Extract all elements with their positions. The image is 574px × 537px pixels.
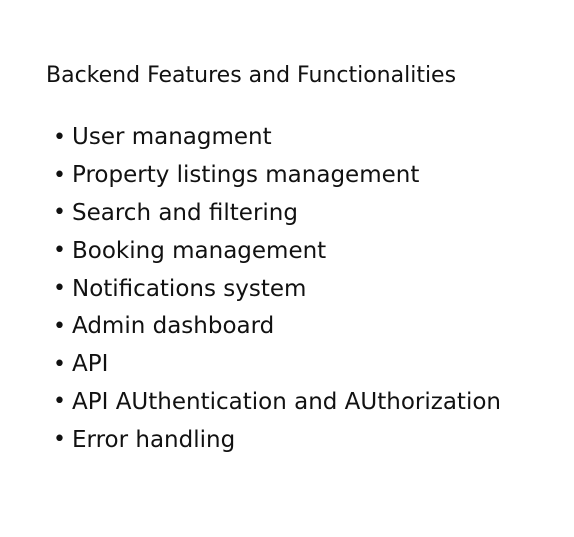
bullet-icon: •: [53, 427, 66, 453]
feature-label: User managment: [72, 124, 272, 151]
page-title: Backend Features and Functionalities: [46, 62, 457, 88]
feature-label: Search and filtering: [72, 199, 298, 226]
bullet-icon: •: [53, 389, 66, 415]
feature-list-item-api-auth: • API AUthentication and AUthorization: [53, 384, 501, 422]
feature-list-item-api: • API: [53, 346, 501, 384]
feature-list-item-admin-dashboard: • Admin dashboard: [53, 308, 501, 346]
feature-list-item-error-handling: • Error handling: [53, 421, 501, 459]
feature-label: Notifications system: [72, 275, 307, 302]
bullet-icon: •: [53, 276, 66, 302]
feature-list-item-property-listings: • Property listings management: [53, 157, 501, 195]
feature-list-item-user-management: • User managment: [53, 119, 501, 157]
feature-list: • User managment • Property listings man…: [53, 119, 501, 459]
bullet-icon: •: [53, 351, 66, 377]
feature-label: API: [72, 351, 109, 378]
feature-label: Property listings management: [72, 162, 420, 189]
bullet-icon: •: [53, 238, 66, 264]
bullet-icon: •: [53, 313, 66, 339]
feature-label: Admin dashboard: [72, 313, 275, 340]
feature-label: API AUthentication and AUthorization: [72, 388, 501, 415]
bullet-icon: •: [53, 200, 66, 226]
bullet-icon: •: [53, 124, 66, 150]
feature-list-item-search-filtering: • Search and filtering: [53, 195, 501, 233]
feature-label: Booking management: [72, 237, 327, 264]
feature-list-item-notifications: • Notifications system: [53, 270, 501, 308]
feature-list-item-booking-management: • Booking management: [53, 232, 501, 270]
bullet-icon: •: [53, 162, 66, 188]
feature-label: Error handling: [72, 426, 236, 453]
document-page: Backend Features and Functionalities • U…: [0, 0, 574, 537]
